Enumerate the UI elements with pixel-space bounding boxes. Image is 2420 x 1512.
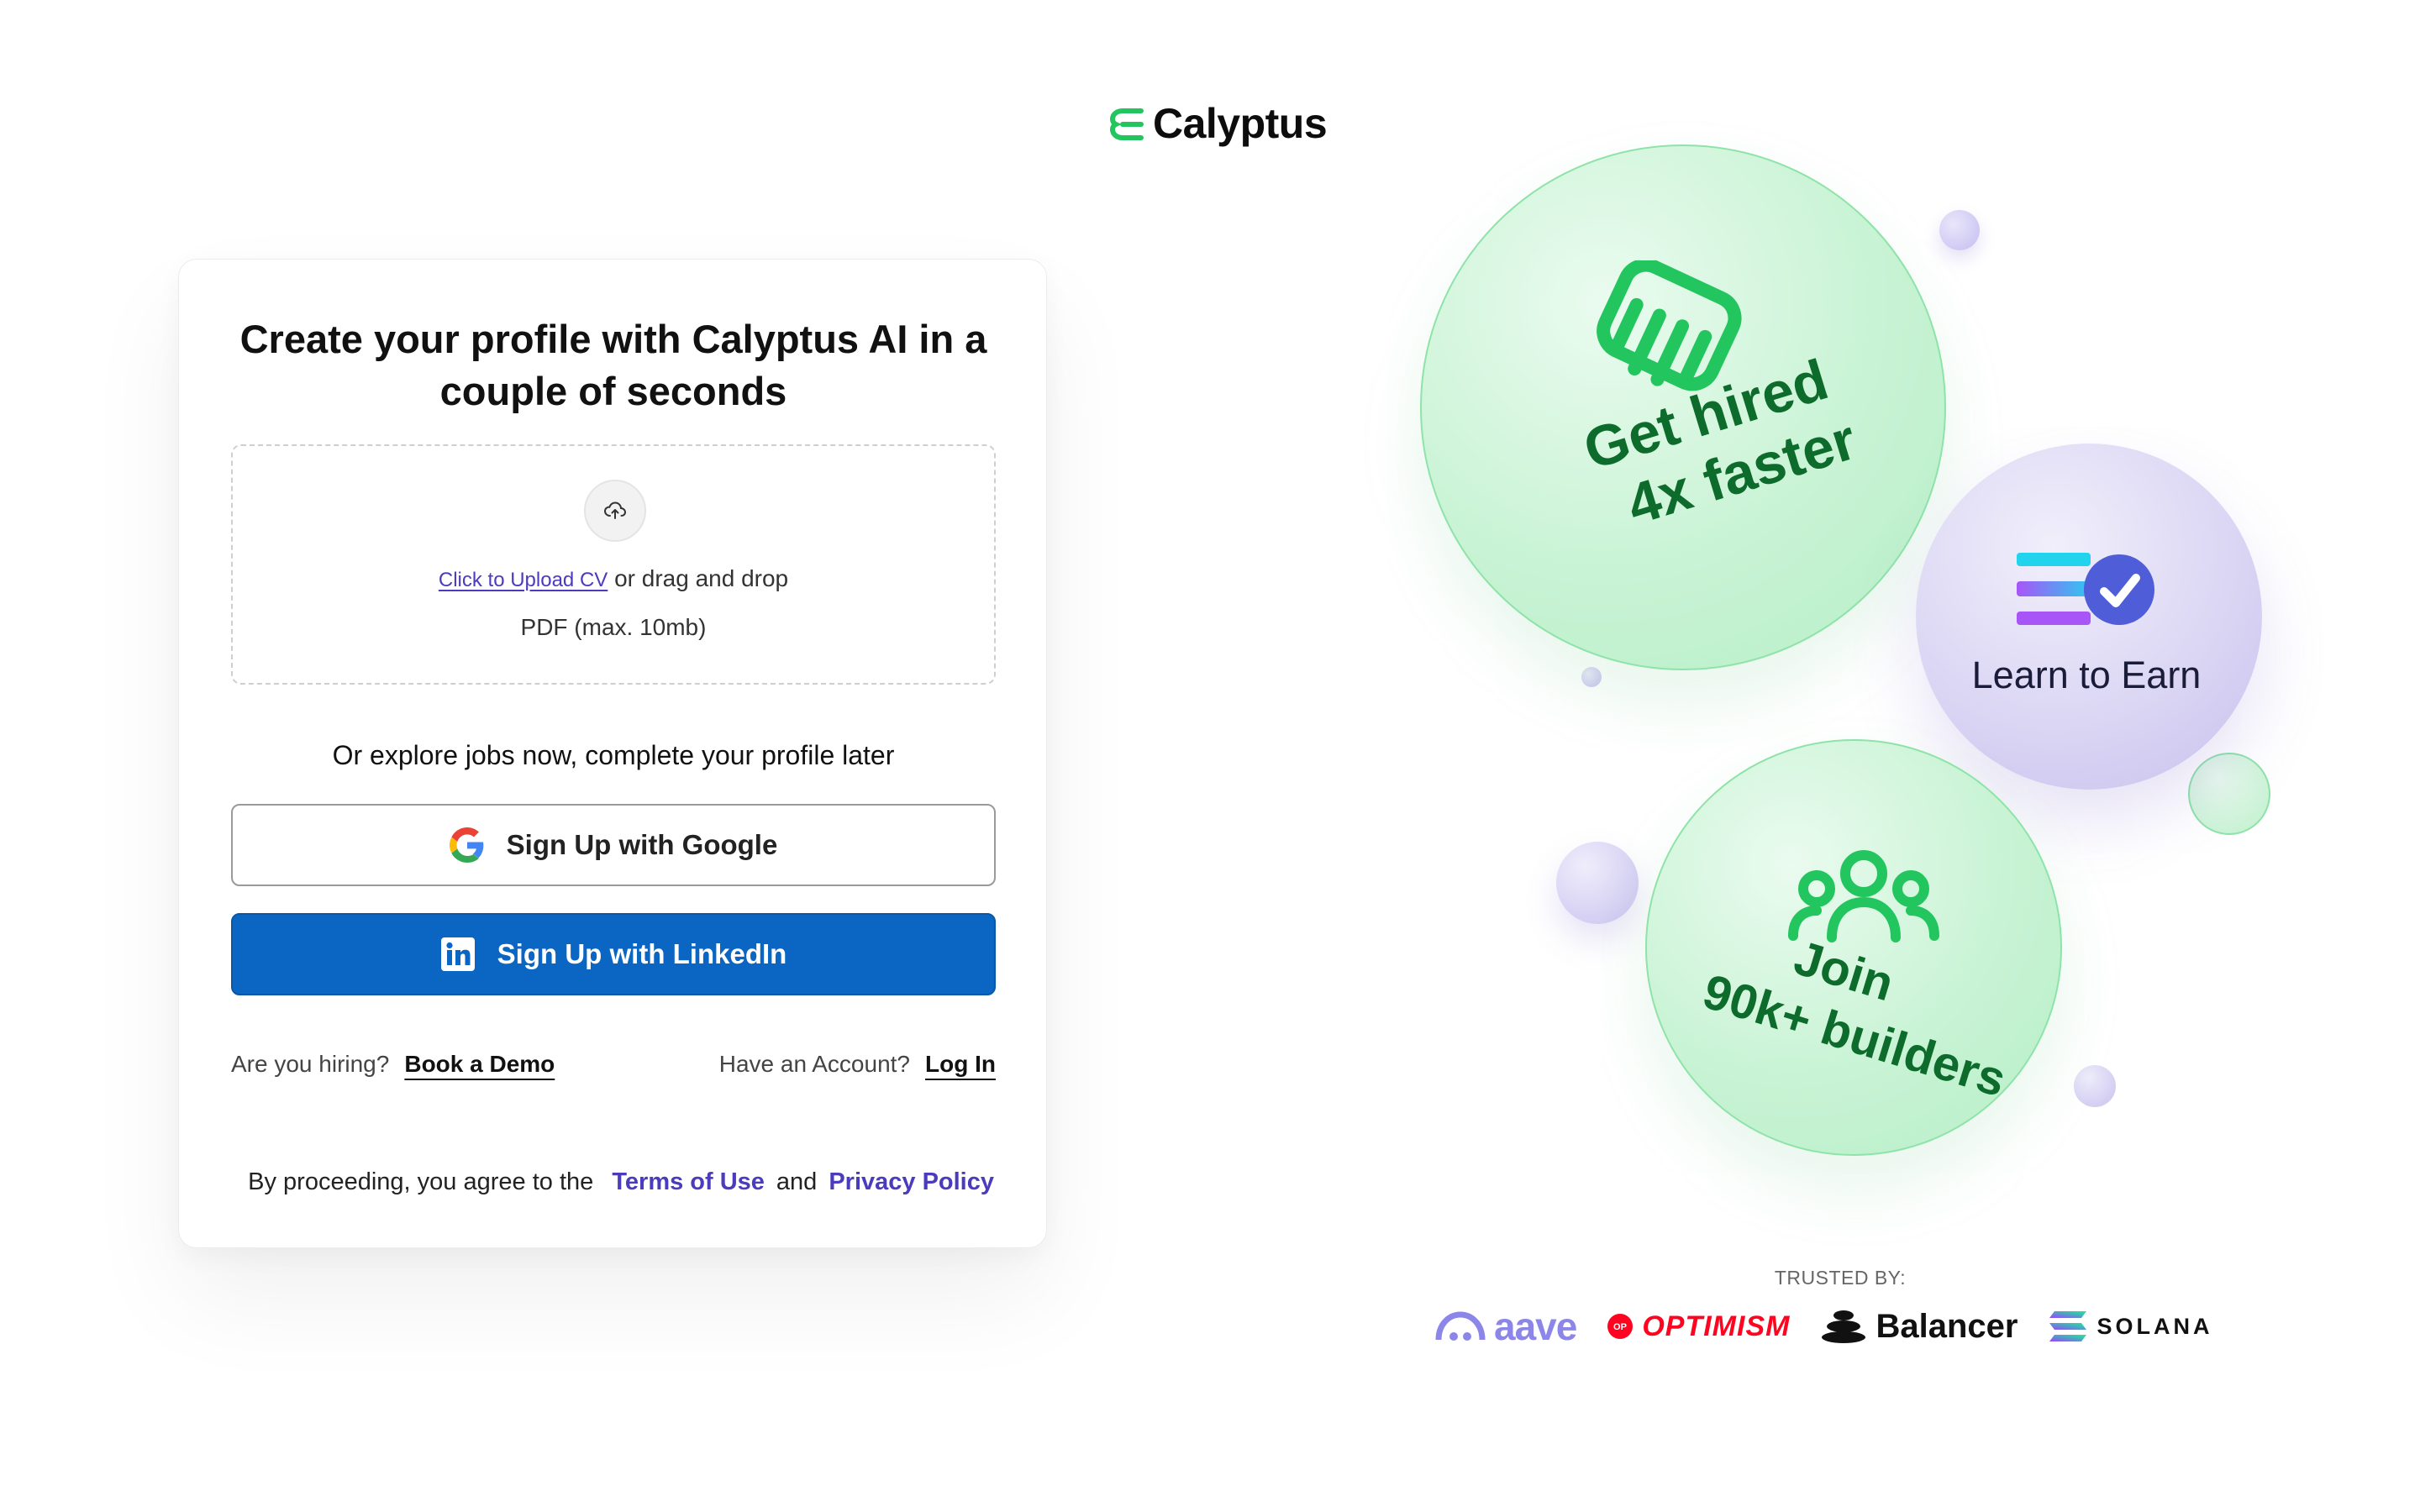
partner-logos: aave OP OPTIMISM Balancer SOLANA: [1435, 1304, 2212, 1349]
calyptus-logo-icon: [1109, 108, 1144, 140]
optimism-logo-icon: OP: [1607, 1314, 1634, 1339]
partner-balancer: Balancer: [1820, 1308, 2018, 1346]
upload-instructions: Click to Upload CV or drag and drop: [233, 565, 994, 592]
hiring-group: Are you hiring? Book a Demo: [231, 1051, 555, 1078]
optimism-text: OPTIMISM: [1642, 1310, 1791, 1342]
solana-logo-icon: [2049, 1311, 2087, 1341]
card-title: Create your profile with Calyptus AI in …: [239, 317, 987, 413]
hiring-question: Are you hiring?: [231, 1051, 390, 1077]
linkedin-button-label: Sign Up with LinkedIn: [497, 938, 787, 969]
brand-name: Calyptus: [1153, 100, 1328, 147]
decor-dot: [1581, 667, 1602, 687]
upload-button[interactable]: [584, 480, 646, 542]
google-button-label: Sign Up with Google: [506, 829, 778, 860]
secondary-links: Are you hiring? Book a Demo Have an Accou…: [231, 1051, 996, 1078]
partner-optimism: OP OPTIMISM: [1607, 1310, 1790, 1343]
page: Calyptus Create your profile with Calypt…: [0, 0, 2420, 1512]
terms-prefix: By proceeding, you agree to the: [248, 1168, 594, 1195]
learn-to-earn-icon: [2017, 553, 2154, 625]
decor-dot: [1556, 842, 1639, 924]
login-link[interactable]: Log In: [925, 1051, 996, 1077]
trusted-by-label: TRUSTED BY:: [1774, 1267, 1907, 1289]
decor-dot: [2074, 1065, 2116, 1107]
linkedin-icon: [440, 937, 475, 971]
google-signup-button[interactable]: Sign Up with Google: [231, 804, 996, 886]
partner-aave: aave: [1435, 1304, 1577, 1349]
learn-to-earn-label: Learn to Earn: [1971, 654, 2202, 696]
terms-of-use-link[interactable]: Terms of Use: [612, 1168, 765, 1195]
brand-logo[interactable]: Calyptus: [1107, 99, 1328, 148]
decor-dot: [1939, 210, 1980, 250]
explore-text: Or explore jobs now, complete your profi…: [332, 740, 895, 770]
upload-suffix: or drag and drop: [608, 565, 789, 591]
signup-card: Create your profile with Calyptus AI in …: [178, 259, 1047, 1248]
terms-and: and: [776, 1168, 818, 1195]
partner-solana: SOLANA: [2048, 1310, 2212, 1343]
google-icon: [449, 827, 484, 863]
aave-text: aave: [1494, 1305, 1577, 1348]
optimism-badge-text: OP: [1613, 1322, 1627, 1332]
upload-cv-link[interactable]: Click to Upload CV: [439, 569, 608, 591]
book-demo-link[interactable]: Book a Demo: [404, 1051, 555, 1077]
linkedin-signup-button[interactable]: Sign Up with LinkedIn: [231, 913, 996, 995]
account-group: Have an Account? Log In: [719, 1051, 996, 1078]
decor-dot: [2188, 753, 2270, 835]
solana-text: SOLANA: [2096, 1313, 2213, 1339]
upload-hint: PDF (max. 10mb): [520, 614, 707, 640]
account-question: Have an Account?: [718, 1051, 911, 1077]
terms-notice: By proceeding, you agree to the Terms of…: [248, 1168, 994, 1196]
aave-logo-icon: [1435, 1311, 1486, 1341]
balancer-logo-icon: [1822, 1310, 1866, 1343]
cv-dropzone[interactable]: Click to Upload CV or drag and drop PDF …: [231, 444, 996, 685]
balancer-text: Balancer: [1876, 1307, 2018, 1345]
privacy-policy-link[interactable]: Privacy Policy: [829, 1168, 994, 1195]
cloud-upload-icon: [603, 501, 627, 519]
